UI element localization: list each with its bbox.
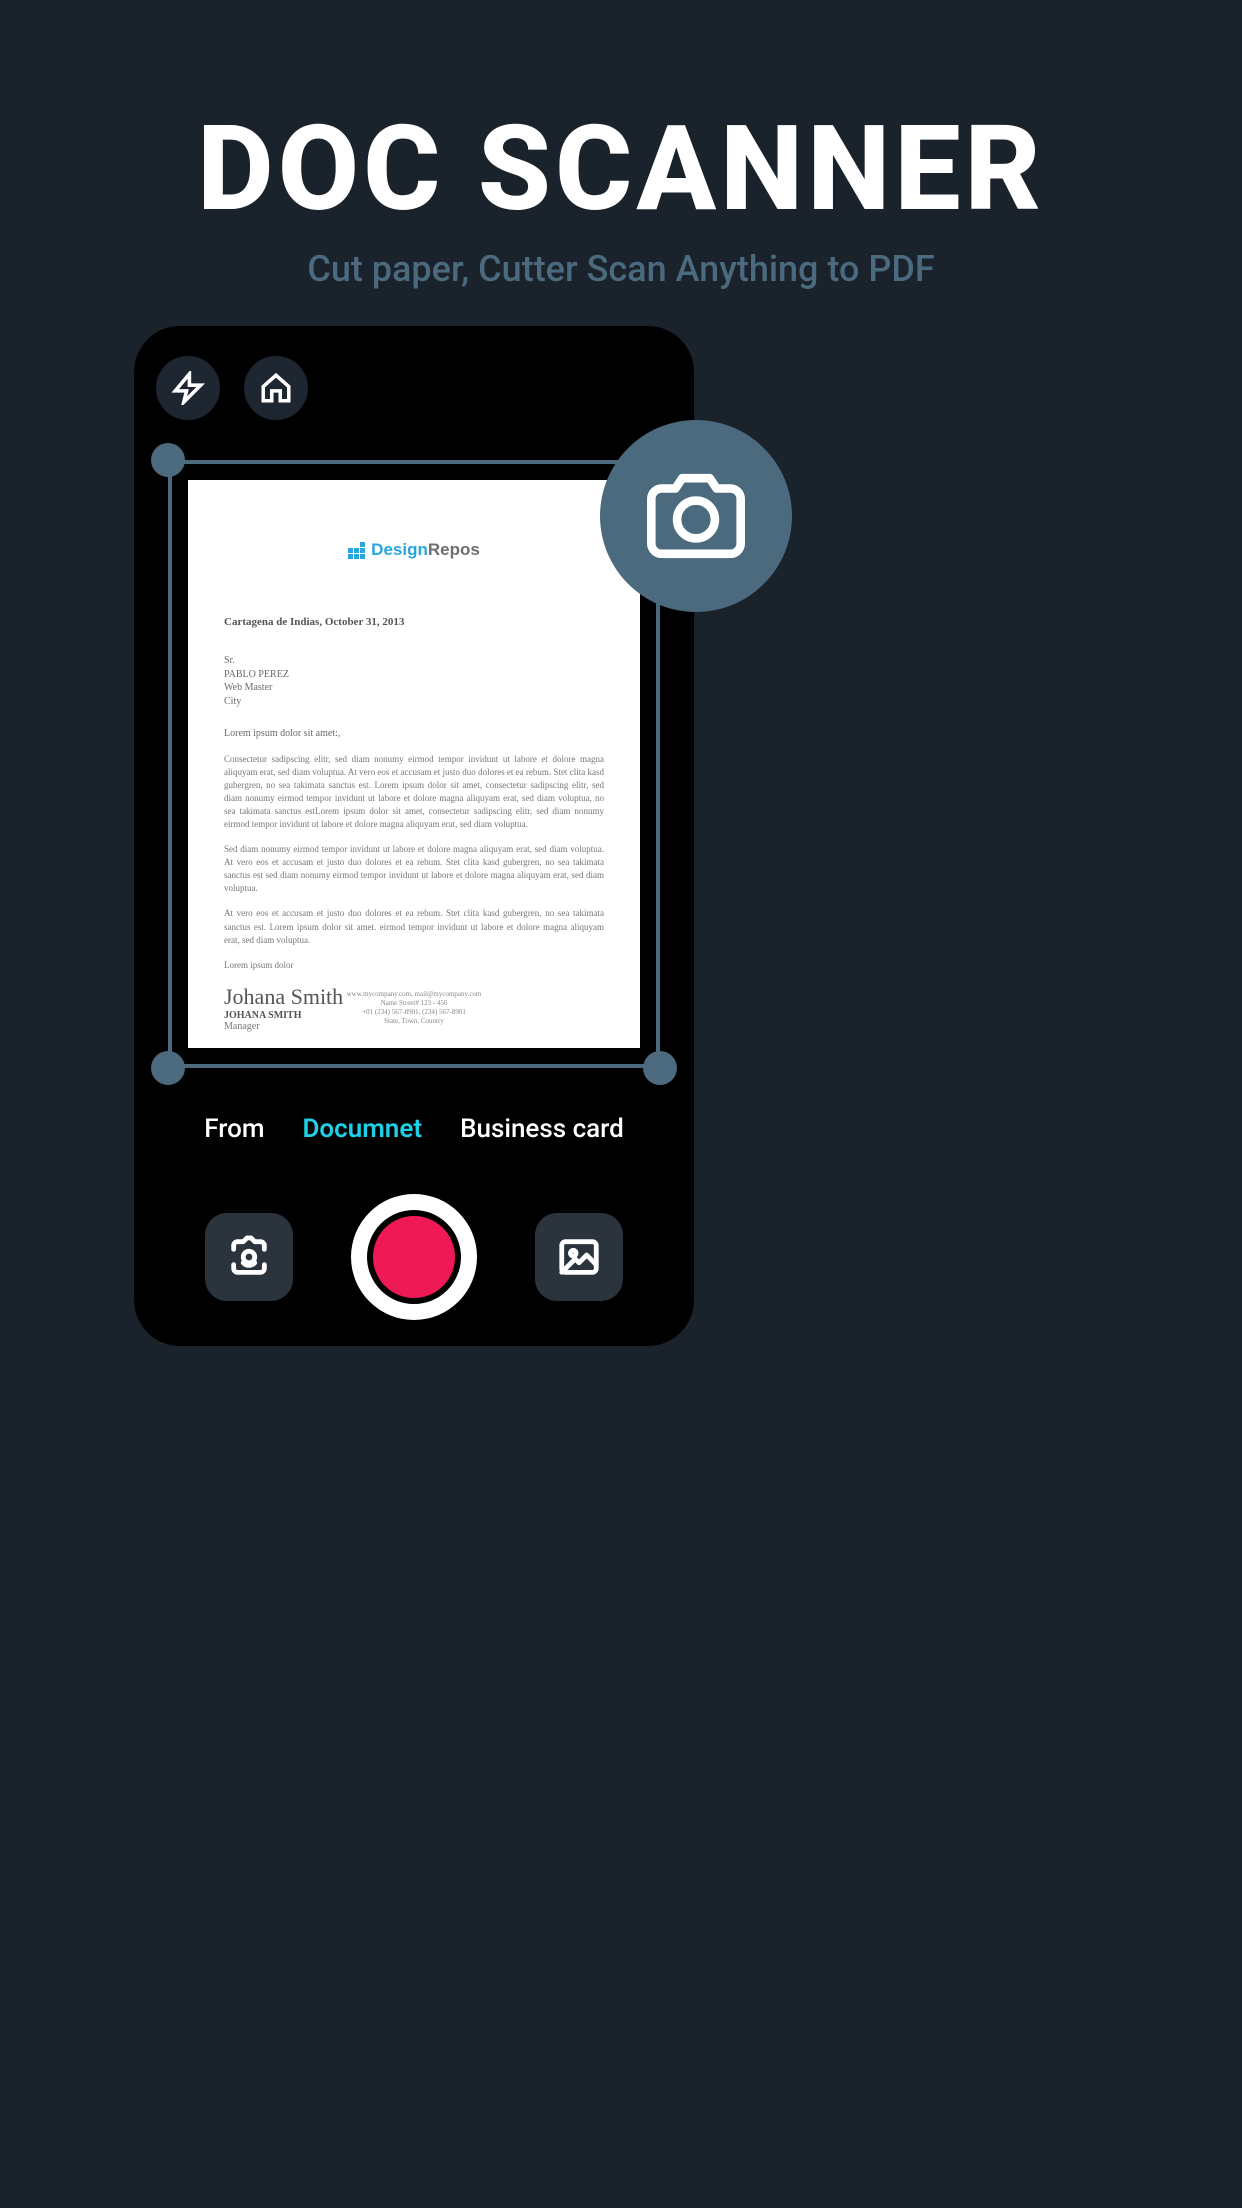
doc-lead: Lorem ipsum dolor sit amet:, [224, 728, 604, 739]
crop-area[interactable]: DesignRepos Cartagena de Indias, October… [156, 448, 672, 1080]
home-button[interactable] [244, 356, 308, 420]
camera-badge [600, 420, 792, 612]
crop-handle-top-left[interactable] [151, 443, 185, 477]
doc-para-1: Consectetur sadipscing elitr, sed diam n… [224, 753, 604, 831]
doc-address: Sr. PABLO PEREZ Web Master City [224, 654, 604, 708]
doc-footer: www.mycompany.com, mail@mycompany.com Na… [188, 990, 640, 1026]
mode-business-card[interactable]: Business card [460, 1114, 624, 1144]
hero-subtitle: Cut paper, Cutter Scan Anything to PDF [0, 248, 1242, 290]
doc-para-2: Sed diam nonumy eirmod tempor invidunt u… [224, 843, 604, 895]
mode-from[interactable]: From [204, 1114, 264, 1144]
camera-icon [641, 461, 751, 571]
doc-logo: DesignRepos [224, 540, 604, 560]
doc-date: Cartagena de Indias, October 31, 2013 [224, 616, 604, 628]
crop-rect: DesignRepos Cartagena de Indias, October… [168, 460, 660, 1068]
doc-para-3: At vero eos et accusam et justo duo dolo… [224, 907, 604, 946]
hero-title: DOC SCANNER [0, 100, 1242, 238]
home-icon [259, 371, 293, 405]
doc-closing: Lorem ipsum dolor [224, 959, 604, 972]
logo-text-2: Repos [428, 540, 480, 559]
doc-footer-line: +01 (234) 567-8901, (234) 567-8901 [188, 1008, 640, 1017]
mode-document[interactable]: Documnet [303, 1114, 423, 1144]
scanned-document: DesignRepos Cartagena de Indias, October… [188, 480, 640, 1048]
switch-camera-icon [226, 1234, 272, 1280]
crop-handle-bottom-left[interactable] [151, 1051, 185, 1085]
shutter-inner [367, 1210, 461, 1304]
flash-button[interactable] [156, 356, 220, 420]
bottom-toolbar [134, 1194, 694, 1320]
top-toolbar [156, 356, 672, 420]
doc-footer-line: www.mycompany.com, mail@mycompany.com [188, 990, 640, 999]
flash-icon [171, 371, 205, 405]
logo-text-1: Design [371, 540, 428, 559]
hero: DOC SCANNER Cut paper, Cutter Scan Anyth… [0, 100, 1242, 290]
gallery-icon [556, 1234, 602, 1280]
switch-camera-button[interactable] [205, 1213, 293, 1301]
shutter-button[interactable] [351, 1194, 477, 1320]
logo-grid-icon [348, 542, 365, 559]
mode-tabs: From Documnet Business card [156, 1114, 672, 1144]
doc-footer-line: State, Town, Country [188, 1017, 640, 1026]
gallery-button[interactable] [535, 1213, 623, 1301]
crop-handle-bottom-right[interactable] [643, 1051, 677, 1085]
doc-footer-line: Name Street# 123 - 456 [188, 999, 640, 1008]
